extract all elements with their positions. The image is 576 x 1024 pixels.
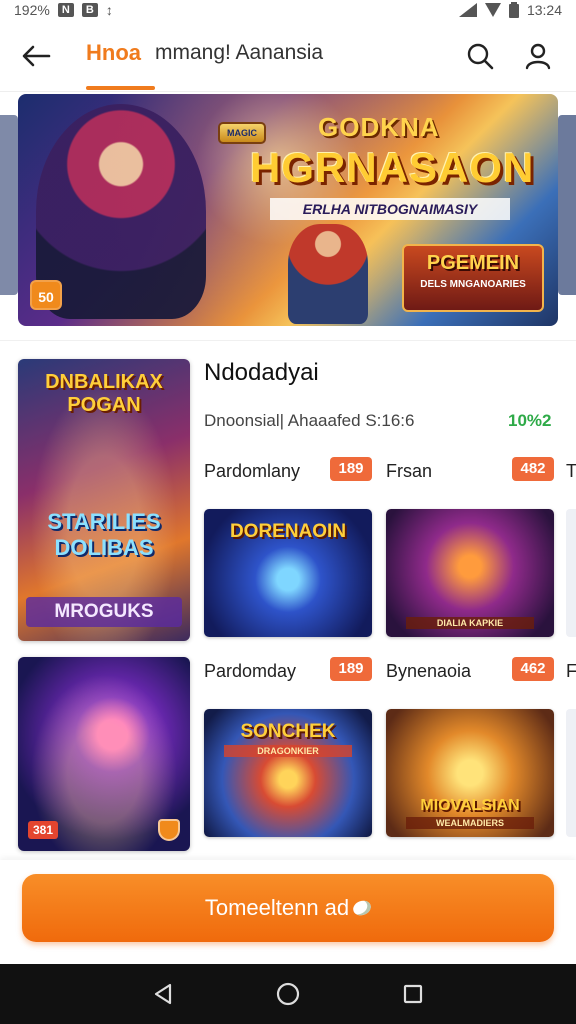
hero-banner[interactable]: MAGIC GODKNA HGRNASAON ERLHA NITBOGNAIMA…: [18, 94, 558, 326]
cta-label: Tomeeltenn ad: [204, 895, 350, 920]
banner-subtitle: ERLHA NITBOGNAIMASIY: [270, 198, 510, 220]
banner-title-line-2: HGRNASAON: [250, 144, 535, 191]
signal-icon: [458, 3, 477, 17]
game-thumbnail-title: MIOVALSIAN: [420, 797, 520, 814]
featured-game-card[interactable]: DNBALIKAX POGAN STARILIES DOLIBAS MROGUK…: [18, 359, 190, 641]
back-button[interactable]: [16, 36, 56, 76]
game-thumbnail-peek[interactable]: [566, 709, 576, 837]
game-label[interactable]: Pardomlany: [204, 461, 300, 482]
nav-home-button[interactable]: [268, 974, 308, 1014]
game-thumbnail[interactable]: SONCHEK DRAGONKIER: [204, 709, 372, 837]
status-bar: 192% N B ↕ 13:24: [0, 0, 576, 20]
search-icon: [467, 43, 494, 69]
game-list-section: DNBALIKAX POGAN STARILIES DOLIBAS MROGUK…: [0, 340, 576, 860]
featured-game-subtitle: STARILIES DOLIBAS: [47, 509, 161, 560]
game-thumbnail-peek[interactable]: [566, 509, 576, 637]
nav-home-icon: [276, 982, 300, 1006]
nav-recents-button[interactable]: [393, 974, 433, 1014]
cta-container: Tomeeltenn ad: [0, 860, 576, 964]
search-button[interactable]: [460, 36, 500, 76]
banner-emblem: MAGIC: [218, 122, 266, 144]
game-label[interactable]: Bynenaoia: [386, 661, 471, 682]
tab-home[interactable]: Hnoa: [86, 40, 155, 90]
profile-button[interactable]: [518, 36, 558, 76]
featured-game-tag: 381: [28, 821, 59, 839]
count-badge: 482: [512, 457, 554, 481]
cta-button[interactable]: Tomeeltenn ad: [22, 874, 554, 942]
clock: 13:24: [526, 2, 562, 18]
banner-warrior-art: [288, 224, 368, 324]
app-notification-icon: B: [81, 3, 98, 17]
banner-game-logo: PGEMEIN DELS MNGANOARIES: [402, 244, 544, 312]
featured-game-banner-text: MROGUKS: [26, 597, 182, 627]
app-bar: Hnoa mmang! Aanansia: [0, 20, 576, 92]
nav-back-icon: [154, 983, 171, 1005]
status-right: 13:24: [458, 2, 562, 18]
notification-icon: N: [57, 3, 74, 17]
section-percent: 10%2: [508, 411, 552, 430]
game-thumbnail-title: DORENAOIN: [229, 521, 347, 542]
back-arrow-icon: [22, 45, 51, 66]
game-thumbnail-caption: DIALIA KAPKIE: [406, 617, 534, 629]
game-thumbnail[interactable]: MIOVALSIAN WEALMADIERS: [386, 709, 554, 837]
banner-logo-subtitle: DELS MNGANOARIES: [420, 279, 526, 290]
game-label-overflow[interactable]: T: [566, 461, 576, 482]
shield-icon: [158, 819, 180, 841]
count-badge: 189: [330, 657, 372, 681]
game-thumbnail-caption: DRAGONKIER: [224, 745, 352, 757]
nav-back-button[interactable]: [143, 974, 183, 1014]
status-text: 192%: [14, 2, 50, 18]
tab-secondary[interactable]: mmang! Aanansia: [155, 41, 323, 71]
game-label[interactable]: Frsan: [386, 461, 432, 482]
game-label-overflow[interactable]: F: [566, 661, 576, 682]
carousel-prev-peek[interactable]: [0, 115, 18, 295]
nav-recents-icon: [404, 984, 423, 1004]
game-thumbnail[interactable]: DORENAOIN: [204, 509, 372, 637]
featured-game-card-2[interactable]: 381: [18, 657, 190, 851]
banner-title-line-1: GODKNA: [318, 112, 440, 142]
count-badge: 189: [330, 457, 372, 481]
system-navigation-bar: [0, 964, 576, 1024]
game-thumbnail-title: SONCHEK: [240, 721, 336, 742]
game-thumbnail[interactable]: DIALIA KAPKIE: [386, 509, 554, 637]
count-badge: 462: [512, 657, 554, 681]
game-label[interactable]: Pardomday: [204, 661, 296, 682]
profile-icon: [525, 43, 551, 69]
banner-logo-title: PGEMEIN: [426, 252, 520, 274]
carousel-next-peek[interactable]: [558, 115, 576, 295]
age-rating-badge: 50: [30, 280, 62, 310]
game-thumbnail-caption: WEALMADIERS: [406, 817, 534, 829]
data-transfer-icon: ↕: [105, 2, 113, 18]
wifi-icon: [484, 3, 501, 17]
status-left: 192% N B ↕: [14, 2, 113, 18]
featured-game-title: DNBALIKAX POGAN: [45, 371, 163, 416]
battery-icon: [508, 2, 519, 18]
section-subtitle: Dnoonsial| Ahaaafed S:16:6: [204, 411, 415, 430]
section-title: Ndodadyai: [204, 359, 319, 386]
gem-icon: [351, 898, 374, 918]
